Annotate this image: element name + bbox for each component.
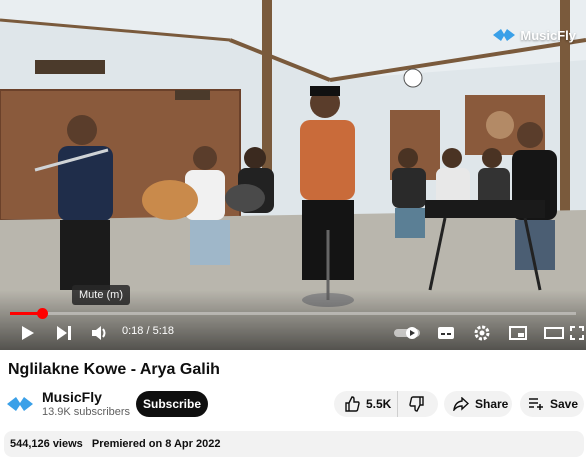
volume-icon <box>92 326 106 340</box>
settings-button[interactable] <box>470 322 494 344</box>
progress-bar[interactable] <box>10 308 576 319</box>
miniplayer-icon <box>509 326 527 340</box>
autoplay-toggle-icon <box>394 327 420 339</box>
video-title: Nglilakne Kowe - Arya Galih <box>8 361 220 378</box>
subtitles-button[interactable] <box>434 322 458 344</box>
theater-icon <box>544 327 564 339</box>
save-button[interactable]: Save <box>520 391 584 417</box>
like-button[interactable]: 5.5K <box>334 391 398 417</box>
theater-button[interactable] <box>542 322 566 344</box>
share-label: Share <box>475 397 509 411</box>
premiere-date: Premiered on 8 Apr 2022 <box>91 438 221 450</box>
fullscreen-icon <box>570 326 584 340</box>
share-button[interactable]: Share <box>444 391 512 417</box>
view-count: 544,126 views <box>10 438 83 450</box>
play-button[interactable] <box>16 322 40 344</box>
subtitles-icon <box>438 327 454 339</box>
time-separator: / <box>143 325 153 337</box>
mute-button[interactable] <box>88 322 112 344</box>
subscribe-button[interactable]: Subscribe <box>136 391 208 417</box>
watermark-label: MusicFly <box>520 27 576 43</box>
current-time: 0:18 <box>122 325 144 337</box>
next-icon <box>57 326 71 340</box>
musicfly-logo-icon <box>493 29 516 41</box>
like-count: 5.5K <box>366 397 392 411</box>
channel-watermark[interactable]: MusicFly <box>492 26 576 44</box>
channel-avatar[interactable] <box>6 393 34 415</box>
thumbs-up-icon <box>345 396 360 412</box>
thumbs-down-icon <box>409 396 424 412</box>
add-to-playlist-icon <box>529 398 543 410</box>
share-icon <box>453 397 469 411</box>
time-display: 0:18 / 5:18 <box>122 325 174 337</box>
video-player[interactable]: MusicFly Mute (m) 0:18 / 5:18 <box>0 0 586 350</box>
channel-name[interactable]: MusicFly <box>42 389 102 405</box>
description-meta: 544,126 views Premiered on 8 Apr 2022 <box>10 438 226 450</box>
play-icon <box>22 326 34 340</box>
fullscreen-button[interactable] <box>570 322 584 344</box>
miniplayer-button[interactable] <box>506 322 530 344</box>
autoplay-toggle[interactable] <box>392 322 422 344</box>
duration: 5:18 <box>152 325 175 337</box>
next-button[interactable] <box>52 322 76 344</box>
subscriber-count: 13.9K subscribers <box>42 406 131 418</box>
dislike-button[interactable] <box>398 391 436 417</box>
settings-icon <box>474 325 490 341</box>
like-dislike-group: 5.5K <box>334 391 438 417</box>
save-label: Save <box>550 397 579 411</box>
